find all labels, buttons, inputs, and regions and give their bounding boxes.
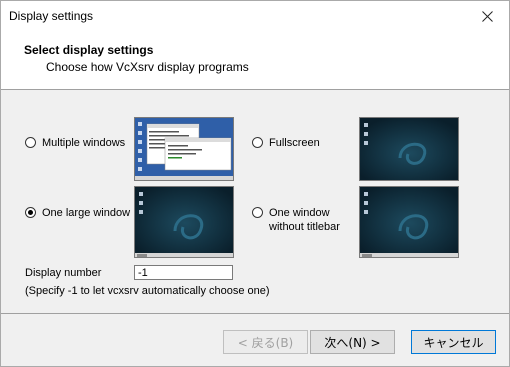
display-number-label: Display number <box>25 267 102 279</box>
radio-multiple-windows[interactable]: Multiple windows <box>25 136 125 150</box>
radio-label: Fullscreen <box>269 137 320 149</box>
fullscreen-preview <box>359 117 459 181</box>
back-button[interactable]: < 戻る(B) <box>223 330 308 354</box>
radio-one-window-no-titlebar[interactable]: One window without titlebar <box>252 206 340 234</box>
radio-circle <box>25 207 36 218</box>
one-window-no-titlebar-preview <box>359 186 459 258</box>
footer-divider <box>1 313 509 314</box>
close-icon <box>481 10 493 22</box>
window-title: Display settings <box>9 9 94 23</box>
cancel-button[interactable]: キャンセル <box>411 330 496 354</box>
radio-label-line2: without titlebar <box>269 221 340 233</box>
radio-fullscreen[interactable]: Fullscreen <box>252 136 320 150</box>
display-number-note: (Specify -1 to let vcxsrv automatically … <box>25 285 270 297</box>
close-button[interactable] <box>465 1 509 31</box>
radio-circle <box>252 137 263 148</box>
radio-one-large-window[interactable]: One large window <box>25 206 130 220</box>
display-settings-dialog: Display settings Select display settings… <box>0 0 510 367</box>
page-subtitle: Choose how VcXsrv display programs <box>46 60 249 74</box>
wizard-header: Select display settings Choose how VcXsr… <box>1 31 509 90</box>
one-large-window-preview <box>134 186 234 258</box>
radio-label: One window without titlebar <box>269 206 340 234</box>
next-button[interactable]: 次へ(N) > <box>310 330 395 354</box>
radio-label-line1: One window <box>269 207 330 219</box>
title-bar: Display settings <box>1 1 509 31</box>
radio-circle <box>252 207 263 218</box>
multiple-windows-preview <box>134 117 234 181</box>
page-title: Select display settings <box>24 43 154 57</box>
radio-label: One large window <box>42 207 131 219</box>
display-number-input[interactable] <box>134 265 233 280</box>
radio-label: Multiple windows <box>42 137 126 149</box>
radio-circle <box>25 137 36 148</box>
